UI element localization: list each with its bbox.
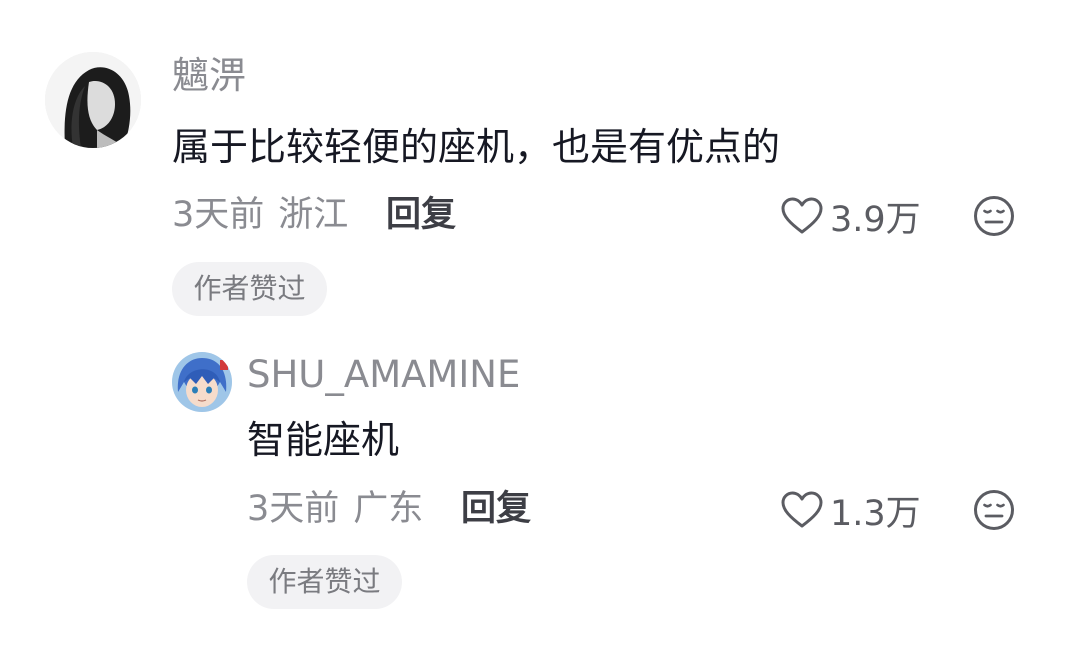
comment-username[interactable]: 魑淠 [172, 52, 246, 100]
comment-text: 属于比较轻便的座机，也是有优点的 [172, 125, 781, 169]
comment-time: 3天前 [172, 195, 265, 235]
user-avatar-image [45, 52, 141, 148]
comment-location: 浙江 [278, 195, 349, 235]
dislike-button[interactable] [973, 195, 1015, 241]
reply-time: 3天前 [247, 489, 340, 529]
heart-outline-icon [781, 197, 823, 234]
comment-meta: 3天前 浙江 [172, 191, 348, 239]
reply-username[interactable]: SHU_AMAMINE [247, 350, 520, 400]
author-liked-badge: 作者赞过 [247, 555, 402, 609]
like-button[interactable]: 3.9万 [780, 192, 921, 240]
reply-button[interactable]: 回复 [386, 191, 456, 239]
reply-meta: 3天前 广东 [247, 485, 423, 533]
reply-text: 智能座机 [247, 418, 400, 462]
reply-location: 广东 [353, 489, 424, 529]
meh-face-icon [974, 196, 1014, 236]
author-liked-badge: 作者赞过 [172, 262, 327, 316]
avatar[interactable] [45, 52, 141, 148]
user-avatar-image [172, 352, 232, 412]
meh-face-icon [974, 490, 1014, 530]
reply-button[interactable]: 回复 [461, 485, 531, 533]
like-count: 3.9万 [830, 199, 921, 240]
avatar[interactable] [172, 352, 232, 412]
dislike-button[interactable] [973, 489, 1015, 535]
like-count: 1.3万 [830, 493, 921, 534]
heart-outline-icon [781, 491, 823, 528]
like-button[interactable]: 1.3万 [780, 486, 921, 534]
